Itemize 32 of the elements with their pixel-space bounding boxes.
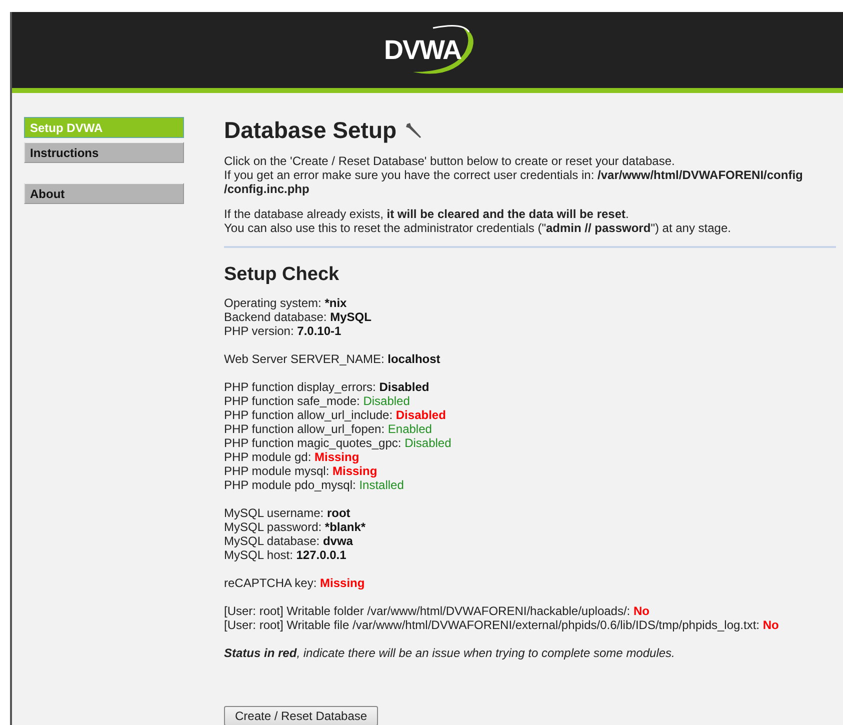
check-line: PHP function allow_url_fopen: Enabled bbox=[224, 422, 433, 436]
menu-item[interactable]: About bbox=[24, 183, 184, 204]
check-line: PHP module mysql: Missing bbox=[224, 464, 378, 478]
menu-item[interactable]: Instructions bbox=[24, 142, 184, 163]
check-line: reCAPTCHA key: Missing bbox=[224, 576, 366, 590]
check-line: MySQL password: *blank* bbox=[224, 520, 367, 534]
wrench-icon bbox=[404, 122, 423, 140]
intro-text: If the database already exists, it will be cleared and the data will be reset. bbox=[224, 207, 630, 221]
intro-text: /config.inc.php bbox=[224, 182, 310, 196]
check-line: Backend database: MySQL bbox=[224, 310, 372, 324]
check-line: Operating system: *nix bbox=[224, 296, 348, 310]
check-line: PHP function magic_quotes_gpc: Disabled bbox=[224, 436, 452, 450]
check-line: PHP module gd: Missing bbox=[224, 450, 360, 464]
check-line: Web Server SERVER_NAME: localhost bbox=[224, 352, 442, 366]
check-line: PHP function safe_mode: Disabled bbox=[224, 394, 411, 408]
check-line: MySQL host: 127.0.0.1 bbox=[224, 548, 348, 562]
check-line: PHP function display_errors: Disabled bbox=[224, 380, 430, 394]
check-line: MySQL username: root bbox=[224, 506, 352, 520]
intro-text: Click on the 'Create / Reset Database' button below to create or reset your database. bbox=[224, 154, 676, 168]
dvwa-logo: DVWA bbox=[372, 20, 482, 80]
check-line: PHP version: 7.0.10-1 bbox=[224, 324, 342, 338]
check-line: [User: root] Writable file /var/www/html/DVWAFORENI/external/phpids/0.6/lib/IDS/tmp/phpids_log.txt: No bbox=[224, 618, 780, 632]
intro-text: If you get an error make sure you have the correct user credentials in: /var/www/html/DVWAFORENI/config bbox=[224, 168, 804, 182]
section-title: Setup Check bbox=[224, 264, 340, 286]
check-line: [User: root] Writable folder /var/www/html/DVWAFORENI/hackable/uploads/: No bbox=[224, 604, 650, 618]
check-line: PHP function allow_url_include: Disabled bbox=[224, 408, 447, 422]
check-line: PHP module pdo_mysql: Installed bbox=[224, 478, 405, 492]
check-line: MySQL database: dvwa bbox=[224, 534, 354, 548]
create-reset-button[interactable]: Create / Reset Database bbox=[224, 706, 378, 725]
page-title: Database Setup bbox=[224, 117, 397, 144]
status-note: Status in red, indicate there will be an issue when trying to complete some modules. bbox=[224, 646, 676, 660]
intro-text: You can also use this to reset the administrator credentials ("admin // password") at any stage. bbox=[224, 221, 732, 235]
